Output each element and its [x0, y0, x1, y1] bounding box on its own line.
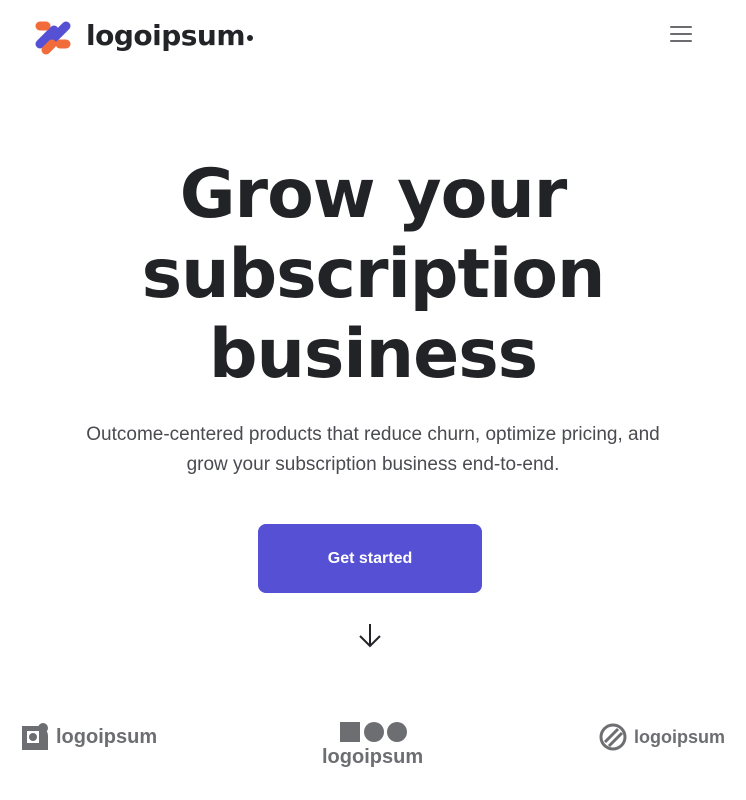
rounded-square-logo-icon [22, 723, 48, 750]
hero-title-line: Grow your [179, 155, 568, 234]
hamburger-menu-icon[interactable] [668, 22, 696, 46]
partner-logo-name: logoipsum [634, 726, 725, 747]
brand-trademark-dot [247, 35, 254, 41]
site-header: logoipsum [0, 0, 746, 70]
hero-title-line: business [208, 315, 538, 394]
hero-subtitle: Outcome-centered products that reduce ch… [40, 420, 706, 480]
brand-name: logoipsum [86, 18, 246, 52]
hero-title-line: subscription [141, 235, 606, 314]
hero-subtitle-line: grow your subscription business end-to-e… [186, 454, 560, 475]
partner-logo: logoipsum [322, 720, 423, 769]
partner-logo-name: logoipsum [56, 725, 158, 748]
partner-logo-strip: logoipsum logoipsum logoipsum [0, 700, 746, 800]
hero-subtitle-line: Outcome-centered products that reduce ch… [86, 424, 660, 445]
striped-circle-logo-icon [599, 723, 627, 751]
brand-mark-icon [35, 21, 71, 55]
hero-section: Grow your subscription business [0, 155, 746, 395]
partner-logo: logoipsum [20, 722, 157, 752]
hero-title: Grow your subscription business [0, 155, 746, 395]
partner-logo-name: logoipsum [322, 746, 424, 768]
brand-logo[interactable]: logoipsum [32, 14, 254, 56]
get-started-button[interactable]: Get started [258, 524, 482, 593]
arrow-down-icon[interactable] [357, 622, 383, 650]
square-circles-logo-icon [339, 722, 407, 742]
partner-logo: logoipsum [598, 722, 725, 752]
